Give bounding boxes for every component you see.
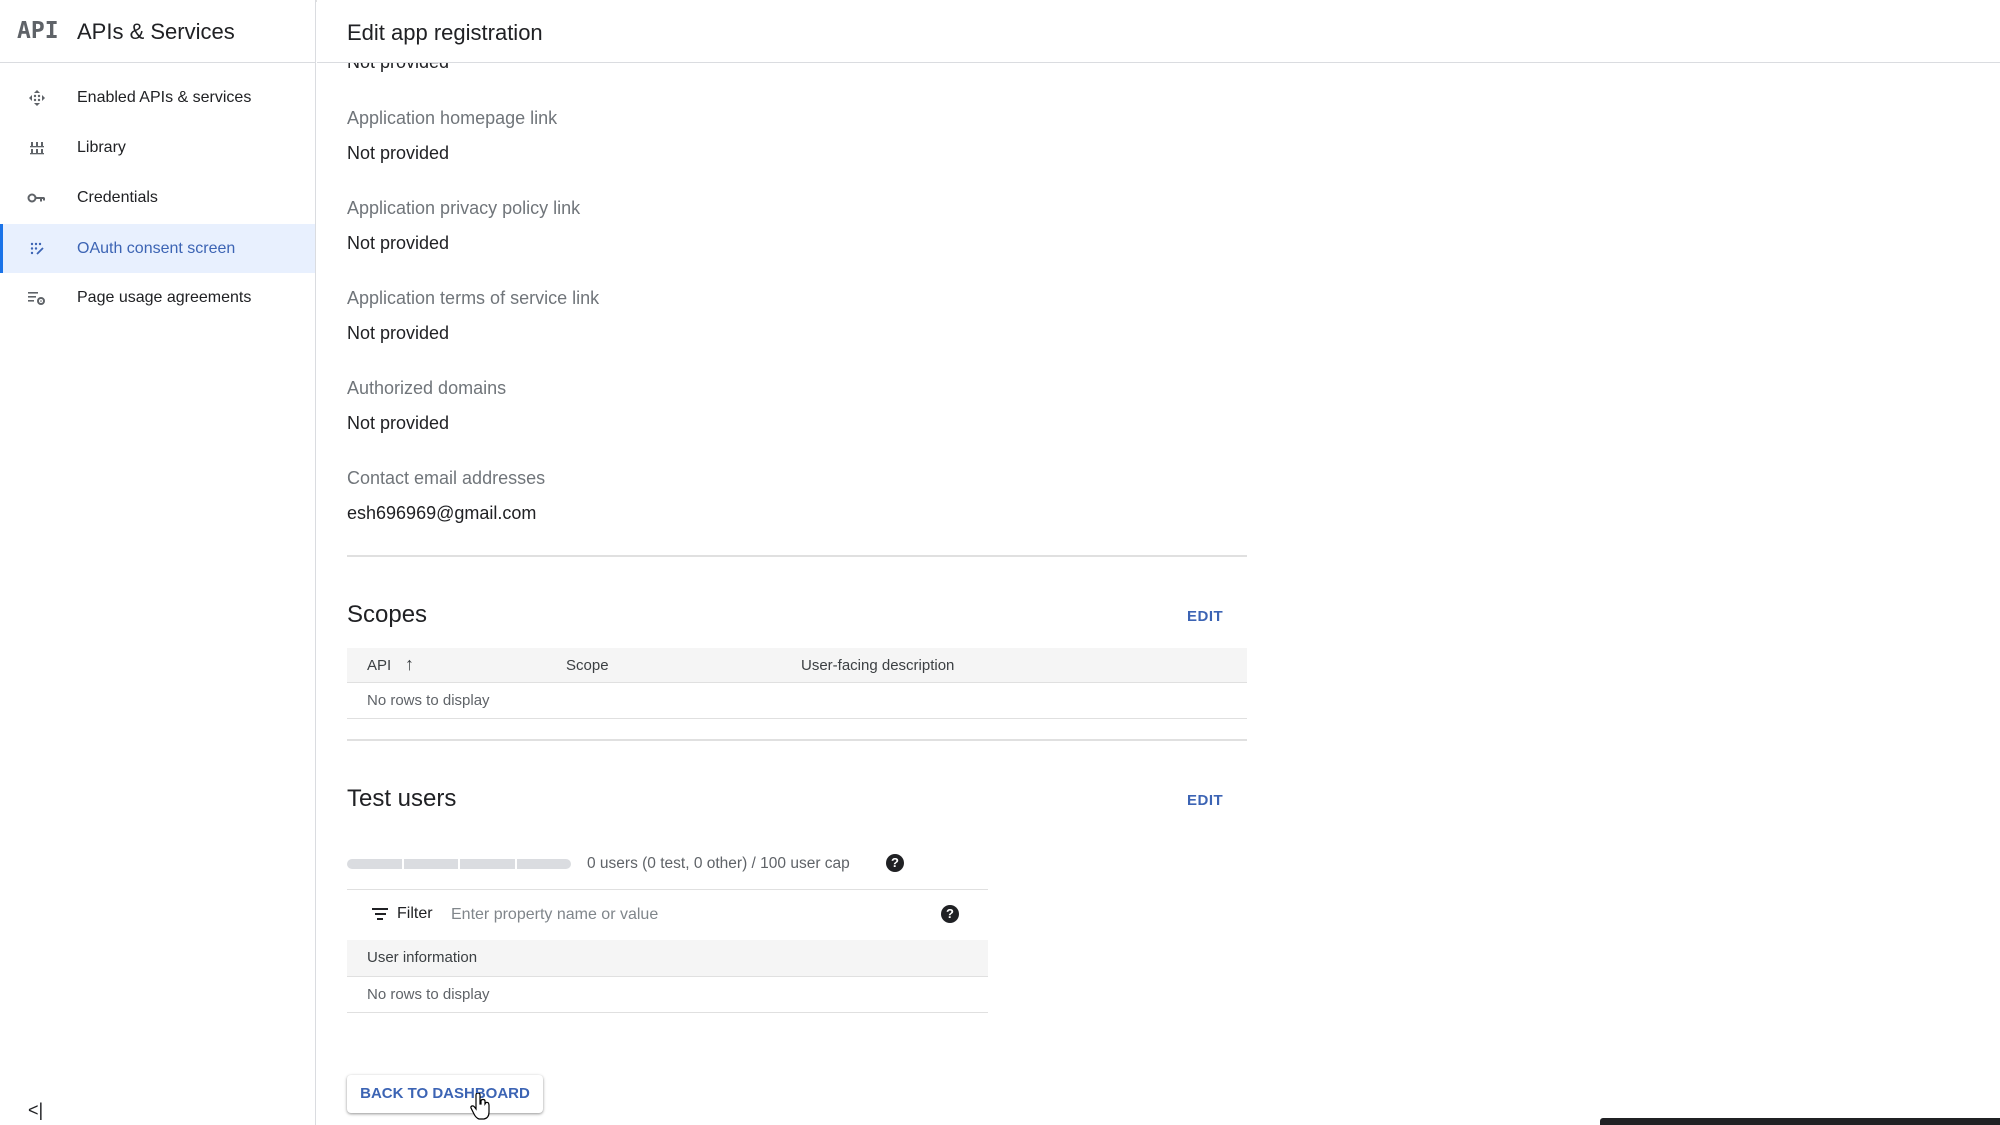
field-label: Contact email addresses bbox=[347, 468, 546, 488]
table-row: No rows to display bbox=[347, 977, 988, 1013]
table-row: No rows to display bbox=[347, 683, 1247, 719]
filter-bar: Filter ? bbox=[347, 889, 988, 940]
column-header-description[interactable]: User-facing description bbox=[801, 657, 954, 674]
test-users-edit-button[interactable]: EDIT bbox=[1187, 792, 1223, 809]
sidebar-item-label: Page usage agreements bbox=[77, 289, 252, 306]
user-cap-text: 0 users (0 test, 0 other) / 100 user cap bbox=[587, 855, 850, 872]
filter-icon[interactable] bbox=[371, 908, 389, 922]
back-to-dashboard-button[interactable]: BACK TO DASHBOARD bbox=[347, 1075, 543, 1113]
users-table-header: User information bbox=[347, 940, 988, 977]
field-label: Application homepage link bbox=[347, 108, 558, 128]
field-value: Not provided bbox=[347, 323, 450, 343]
sort-ascending-icon[interactable]: ↑ bbox=[405, 654, 414, 675]
scopes-edit-button[interactable]: EDIT bbox=[1187, 608, 1223, 625]
progress-segment bbox=[347, 859, 402, 869]
divider bbox=[347, 739, 1247, 741]
sidebar-header: API APIs & Services bbox=[0, 0, 316, 63]
field-value: Not provided bbox=[347, 143, 450, 163]
column-header-scope[interactable]: Scope bbox=[566, 657, 609, 674]
test-users-heading: Test users bbox=[347, 785, 457, 812]
sidebar-item-credentials[interactable]: Credentials bbox=[0, 174, 315, 222]
sidebar-item-library[interactable]: Library bbox=[0, 124, 315, 172]
snackbar bbox=[1600, 1118, 2000, 1125]
sidebar-item-label: Library bbox=[77, 139, 126, 156]
sidebar-item-page-usage[interactable]: Page usage agreements bbox=[0, 274, 315, 322]
sidebar-item-label: OAuth consent screen bbox=[77, 239, 236, 257]
field-value: Not provided bbox=[347, 233, 450, 253]
progress-segment bbox=[460, 859, 515, 869]
sidebar-item-label: Credentials bbox=[77, 189, 158, 206]
collapse-sidebar-icon[interactable]: <| bbox=[28, 1100, 43, 1121]
sidebar-item-label: Enabled APIs & services bbox=[77, 89, 252, 106]
contact-email: esh696969@gmail.com bbox=[347, 503, 537, 523]
scopes-table-header: API ↑ Scope User-facing description bbox=[347, 648, 1247, 683]
enabled-apis-icon bbox=[26, 87, 48, 109]
help-icon[interactable]: ? bbox=[886, 854, 904, 872]
key-icon bbox=[26, 187, 48, 209]
filter-help-icon[interactable]: ? bbox=[941, 905, 959, 923]
filter-input[interactable] bbox=[451, 900, 921, 930]
filter-label: Filter bbox=[397, 905, 433, 922]
divider bbox=[347, 555, 1247, 557]
field-label: Application terms of service link bbox=[347, 288, 600, 308]
field-label: Application privacy policy link bbox=[347, 198, 581, 218]
hand-cursor-icon bbox=[470, 1093, 490, 1120]
sidebar-title[interactable]: APIs & Services bbox=[77, 19, 235, 45]
oauth-consent-icon bbox=[26, 238, 48, 260]
empty-message: No rows to display bbox=[367, 986, 490, 1003]
page-header: Edit app registration bbox=[317, 0, 2000, 63]
page-title: Edit app registration bbox=[347, 20, 543, 45]
progress-segment bbox=[403, 859, 458, 869]
column-header-user-info[interactable]: User information bbox=[367, 949, 477, 966]
progress-segment bbox=[516, 859, 571, 869]
column-header-api[interactable]: API bbox=[367, 657, 391, 674]
field-label: Authorized domains bbox=[347, 378, 507, 398]
sidebar: API APIs & Services Enabled APIs & servi… bbox=[0, 0, 316, 1125]
sidebar-item-enabled-apis[interactable]: Enabled APIs & services bbox=[0, 74, 315, 122]
settings-list-icon bbox=[26, 287, 48, 309]
field-value: Not provided bbox=[347, 413, 450, 433]
main-content: Edit app registration Not provided Appli… bbox=[317, 0, 2000, 1125]
empty-message: No rows to display bbox=[367, 692, 490, 709]
api-logo-icon: API bbox=[17, 18, 59, 44]
sidebar-item-oauth-consent[interactable]: OAuth consent screen bbox=[0, 224, 315, 273]
user-cap-progress-bar bbox=[347, 859, 571, 869]
scopes-heading: Scopes bbox=[347, 601, 428, 628]
library-icon bbox=[26, 137, 48, 159]
